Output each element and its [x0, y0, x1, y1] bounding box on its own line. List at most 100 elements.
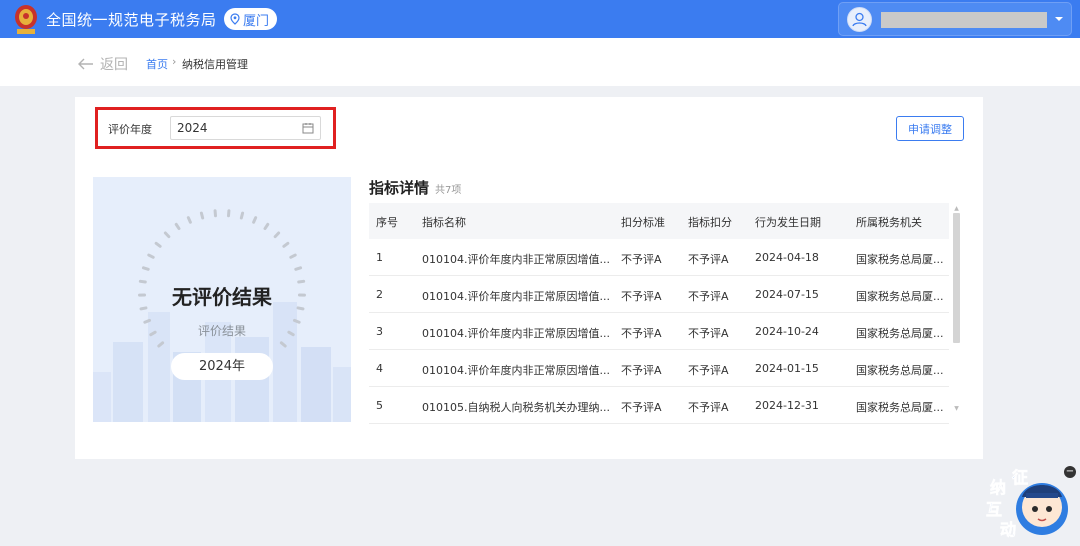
apply-adjustment-button[interactable]: 申请调整 [896, 116, 964, 141]
top-navigation-bar: 全国统一规范电子税务局 厦门 [0, 0, 1080, 38]
dial-tick [282, 241, 290, 248]
scroll-down-icon[interactable]: ▼ [952, 405, 961, 412]
col-occurrence-date-cell: 2024-12-31 [755, 399, 819, 412]
col-tax-authority-cell: 国家税务总局厦... [856, 401, 944, 414]
tax-emblem-icon [15, 5, 37, 34]
back-arrow-icon [78, 58, 93, 70]
col-indicator-deduction-cell: 不予评A [688, 290, 729, 303]
dial-tick [289, 253, 297, 259]
col-tax-authority-cell: 国家税务总局厦... [856, 327, 944, 340]
interaction-assistant-widget[interactable]: 征 纳 互 动 [986, 463, 1070, 543]
city-selector[interactable]: 厦门 [224, 8, 278, 30]
back-label: 返回 [100, 57, 128, 73]
col-indicator-name-cell: 010104.评价年度内非正常原因增值... [422, 364, 610, 377]
scroll-up-icon[interactable]: ▲ [952, 205, 961, 212]
location-pin-icon [230, 13, 240, 25]
col-tax-authority-cell: 国家税务总局厦... [856, 290, 944, 303]
result-title: 无评价结果 [172, 285, 272, 309]
col-deduction-standard-cell: 不予评A [621, 253, 662, 266]
col-indicator-deduction-cell: 不予评A [688, 327, 729, 340]
result-subtitle: 评价结果 [197, 324, 246, 338]
dial-tick [199, 211, 205, 220]
table-row[interactable]: 4 010104.评价年度内非正常原因增值... 不予评A 不予评A 2024-01-1… [369, 350, 949, 387]
dial-tick [239, 211, 245, 220]
user-name [881, 12, 1047, 28]
year-picker-input[interactable]: 2024 [170, 116, 321, 140]
table-row[interactable]: 3 010104.评价年度内非正常原因增值... 不予评A 不予评A 2024-10-2… [369, 313, 949, 350]
dial-tick [157, 341, 165, 348]
header-col-occurrence-date: 行为发生日期 [755, 216, 821, 229]
col-tax-authority-cell: 国家税务总局厦... [856, 364, 944, 377]
col-deduction-standard-cell: 不予评A [621, 327, 662, 340]
col-occurrence-date-cell: 2024-01-15 [755, 362, 819, 375]
indicator-count: 共7项 [435, 185, 462, 196]
dial-tick [263, 222, 270, 231]
header-col-indicator-name: 指标名称 [422, 216, 466, 229]
dial-tick [252, 216, 258, 224]
header-col-deduction-standard: 扣分标准 [621, 216, 665, 229]
header-col-index: 序号 [376, 216, 398, 229]
dial-tick [279, 341, 287, 348]
scrollbar-thumb[interactable] [953, 213, 960, 343]
col-deduction-standard-cell: 不予评A [621, 401, 662, 414]
dial-tick [227, 209, 231, 218]
back-button[interactable]: 返回 [78, 54, 128, 74]
breadcrumb-home-link[interactable]: 首页 [146, 56, 168, 72]
col-deduction-standard-cell: 不予评A [621, 364, 662, 377]
user-menu[interactable] [838, 2, 1072, 36]
dial-tick [294, 266, 303, 271]
col-occurrence-date-cell: 2024-04-18 [755, 251, 819, 264]
col-occurrence-date-cell: 2024-10-24 [755, 325, 819, 338]
table-row[interactable]: 5 010105.自纳税人向税务机关办理纳... 不予评A 不予评A 2024-12-3… [369, 387, 949, 424]
col-indicator-deduction-cell: 不予评A [688, 364, 729, 377]
breadcrumb-bar: 返回 首页 › 纳税信用管理 [0, 38, 1080, 86]
dial-tick [147, 253, 155, 259]
table-row[interactable]: 2 010104.评价年度内非正常原因增值... 不予评A 不予评A 2024-07-1… [369, 276, 949, 313]
result-year-badge: 2024年 [171, 353, 273, 380]
year-filter-label: 评价年度 [108, 123, 152, 136]
table-header: 序号 指标名称 扣分标准 指标扣分 行为发生日期 所属税务机关 [369, 203, 949, 239]
header-col-indicator-deduction: 指标扣分 [688, 216, 732, 229]
credit-card-panel: 评价年度 2024 申请调整 无评价结果 评价结果 2024年 指标详情 共7项… [75, 97, 983, 459]
widget-char: 互 [986, 500, 1002, 519]
city-name: 厦门 [243, 13, 270, 29]
dial-tick [186, 216, 192, 224]
site-title[interactable]: 全国统一规范电子税务局 [46, 9, 217, 30]
col-index-cell: 4 [376, 362, 383, 375]
col-index-cell: 1 [376, 251, 383, 264]
dial-tick [213, 209, 217, 218]
dial-tick [141, 266, 150, 271]
calendar-icon[interactable] [302, 122, 314, 134]
col-indicator-deduction-cell: 不予评A [688, 401, 729, 414]
table-scrollbar[interactable]: ▲ ▼ [952, 205, 961, 415]
col-deduction-standard-cell: 不予评A [621, 290, 662, 303]
indicator-table: 序号 指标名称 扣分标准 指标扣分 行为发生日期 所属税务机关 1 010104.评价年度内… [369, 203, 949, 424]
header-col-tax-authority: 所属税务机关 [856, 216, 922, 229]
widget-char: 动 [1000, 520, 1016, 539]
col-index-cell: 3 [376, 325, 383, 338]
breadcrumb-current: 纳税信用管理 [182, 58, 248, 71]
user-avatar-icon [847, 7, 872, 32]
col-indicator-name-cell: 010104.评价年度内非正常原因增值... [422, 253, 610, 266]
dial-tick [163, 231, 171, 239]
col-indicator-name-cell: 010105.自纳税人向税务机关办理纳... [422, 401, 610, 414]
evaluation-result-panel: 无评价结果 评价结果 2024年 [93, 177, 351, 422]
col-occurrence-date-cell: 2024-07-15 [755, 288, 819, 301]
dial-tick [174, 222, 181, 231]
table-body: 1 010104.评价年度内非正常原因增值... 不予评A 不予评A 2024-04-1… [369, 239, 949, 424]
table-row[interactable]: 1 010104.评价年度内非正常原因增值... 不予评A 不予评A 2024-04-1… [369, 239, 949, 276]
dial-tick [154, 241, 162, 248]
col-indicator-deduction-cell: 不予评A [688, 253, 729, 266]
year-picker-value: 2024 [177, 121, 208, 135]
dial-tick [273, 231, 281, 239]
col-tax-authority-cell: 国家税务总局厦... [856, 253, 944, 266]
caret-down-icon[interactable] [1053, 13, 1065, 25]
col-indicator-name-cell: 010104.评价年度内非正常原因增值... [422, 327, 610, 340]
col-index-cell: 2 [376, 288, 383, 301]
widget-char: 纳 [990, 478, 1006, 497]
col-index-cell: 5 [376, 399, 383, 412]
widget-close-icon[interactable]: − [1064, 466, 1076, 478]
widget-char: 征 [1012, 468, 1028, 487]
indicator-details-title: 指标详情 [369, 179, 430, 197]
col-indicator-name-cell: 010104.评价年度内非正常原因增值... [422, 290, 610, 303]
